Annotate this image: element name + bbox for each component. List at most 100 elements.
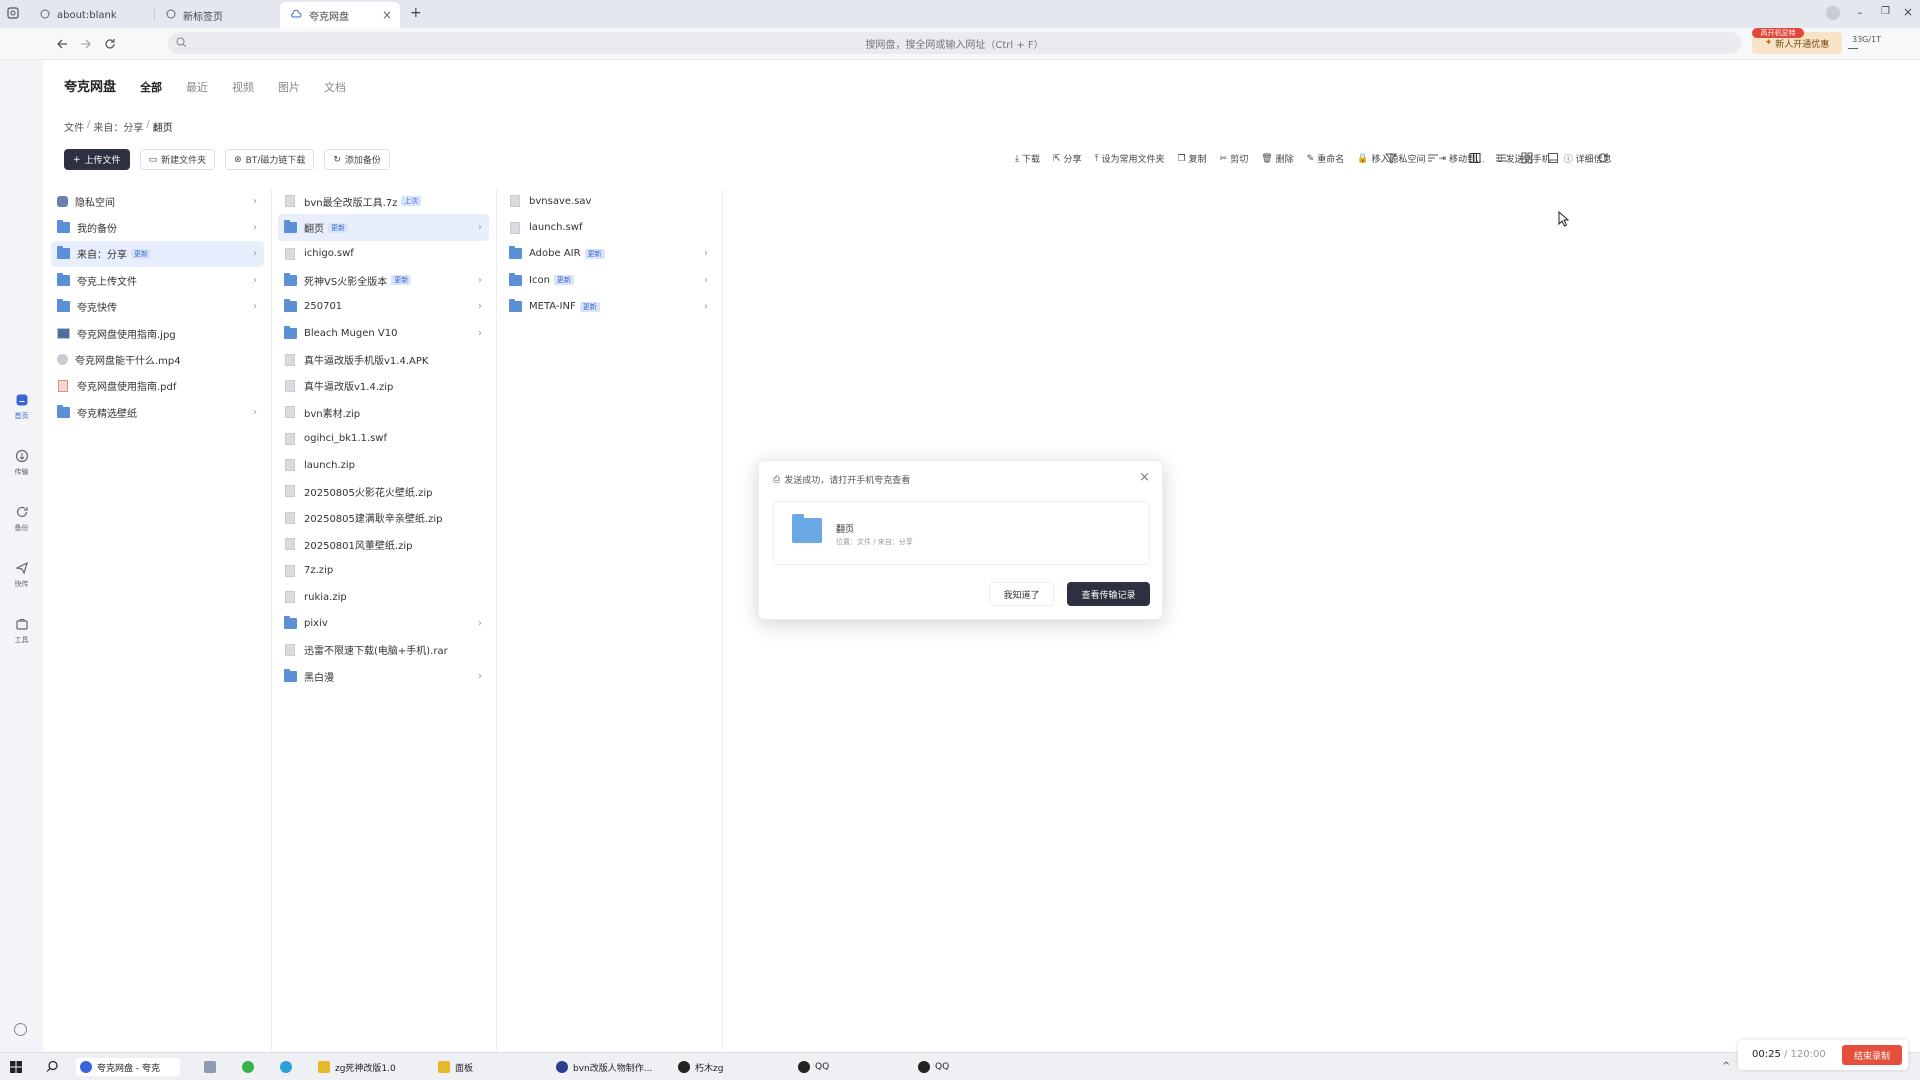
list-item[interactable]: ichigo.swf <box>272 241 496 267</box>
list-item[interactable]: 死神VS火影全版本 更新 › <box>272 267 496 293</box>
list-item[interactable]: ogihci_bk1.1.swf <box>272 426 496 452</box>
restore-icon[interactable]: ❐ <box>1881 6 1890 17</box>
back-arrow-icon[interactable] <box>54 36 70 52</box>
taskbar-item-folder[interactable]: zg死神改版1.0 <box>314 1058 400 1076</box>
list-item[interactable]: 20250801风董壁纸.zip <box>272 531 496 557</box>
taskbar-item-app[interactable] <box>200 1058 220 1076</box>
list-item[interactable]: Icon 更新 › <box>497 267 722 293</box>
upload-button[interactable]: + 上传文件 <box>64 149 130 170</box>
windows-start-icon[interactable] <box>10 1061 22 1073</box>
address-input[interactable]: 搜网盘，搜全网或输入网址（Ctrl + F） <box>168 32 1741 54</box>
list-item[interactable]: 真牛逼改版v1.4.zip <box>272 373 496 399</box>
item-name: 真牛逼改版手机版v1.4.APK <box>304 356 429 368</box>
taskbar-item-qq1[interactable]: 朽木zg <box>674 1058 727 1076</box>
list-item[interactable]: 迅雷不限速下载(电脑+手机).rar <box>272 637 496 663</box>
bt-download-button[interactable]: ⊛ BT/磁力链下载 <box>225 149 315 170</box>
list-item[interactable]: 夸克上传文件 › <box>45 267 271 293</box>
view-transfer-record-button[interactable]: 查看传输记录 <box>1067 582 1150 606</box>
tab-all[interactable]: 全部 <box>140 79 162 95</box>
list-item[interactable]: 20250805火影花火壁纸.zip <box>272 478 496 504</box>
taskbar-search-icon[interactable] <box>46 1060 59 1076</box>
list-item[interactable]: 夸克快传 › <box>45 294 271 320</box>
list-item[interactable]: pixiv › <box>272 610 496 636</box>
forward-arrow-icon[interactable] <box>78 36 94 52</box>
tool-label: 分享 <box>1063 155 1082 165</box>
cut-button[interactable]: ✂ 剪切 <box>1220 152 1249 166</box>
grid-view-icon[interactable] <box>1519 150 1535 166</box>
list-item[interactable]: 夸克网盘使用指南.pdf <box>45 373 271 399</box>
profile-icon[interactable] <box>1826 6 1840 20</box>
reload-icon[interactable] <box>102 36 118 52</box>
breadcrumb-item[interactable]: 来自：分享 <box>93 119 143 134</box>
delete-button[interactable]: 🗑 删除 <box>1261 152 1293 166</box>
breadcrumb-item[interactable]: 文件 <box>64 119 84 134</box>
tab-document[interactable]: 文档 <box>324 79 346 95</box>
copy-button[interactable]: ❐ 复制 <box>1178 152 1207 166</box>
list-item[interactable]: 隐私空间 › <box>45 188 271 214</box>
list-item[interactable]: 真牛逼改版手机版v1.4.APK <box>272 346 496 372</box>
list-item[interactable]: 我的备份 › <box>45 214 271 240</box>
close-window-icon[interactable]: × <box>1903 5 1913 19</box>
download-button[interactable]: ⤓ 下载 <box>1015 152 1040 166</box>
list-item[interactable]: META-INF 更新 › <box>497 294 722 320</box>
taskbar-item-quark[interactable]: 夸克网盘 - 夸克 <box>76 1058 180 1076</box>
filter-icon[interactable] <box>1383 150 1399 166</box>
list-item[interactable]: 夸克网盘能干什么.mp4 <box>45 346 271 372</box>
chevron-right-icon: › <box>253 274 257 286</box>
list-item[interactable]: 20250805建满耿辛亲壁纸.zip <box>272 505 496 531</box>
tab-quark-drive[interactable]: 夸克网盘 × <box>280 2 400 28</box>
tab-search-icon[interactable] <box>6 6 20 20</box>
taskbar-item-help[interactable]: bvn改版人物制作... <box>552 1058 656 1076</box>
taskbar-item-qq2[interactable]: QQ <box>794 1058 833 1076</box>
tab-recent[interactable]: 最近 <box>186 79 208 95</box>
close-icon[interactable]: × <box>1139 470 1150 485</box>
list-item[interactable]: launch.swf <box>497 214 722 240</box>
rail-item-tools[interactable]: 工具 <box>0 617 43 645</box>
list-item[interactable]: bvnsave.sav <box>497 188 722 214</box>
list-view-icon[interactable] <box>1493 150 1509 166</box>
list-item[interactable]: Bleach Mugen V10 › <box>272 320 496 346</box>
tab-about-blank[interactable]: about:blank <box>30 2 152 28</box>
chevron-up-icon[interactable]: ^ <box>1722 1061 1730 1072</box>
taskbar-item-browser[interactable] <box>238 1058 258 1076</box>
stop-recording-button[interactable]: 结束录制 <box>1842 1045 1902 1065</box>
minimize-icon[interactable]: – <box>1857 6 1863 19</box>
column-view-icon[interactable] <box>1467 150 1483 166</box>
rail-item-transfer[interactable]: 传输 <box>0 449 43 477</box>
list-item[interactable]: bvn最全改版工具.7z 上次 <box>272 188 496 214</box>
list-item[interactable]: 夸克精选壁纸 › <box>45 399 271 425</box>
sort-icon[interactable] <box>1425 150 1441 166</box>
tab-image[interactable]: 图片 <box>278 79 300 95</box>
taskbar-item-qq3[interactable]: QQ <box>914 1058 953 1076</box>
new-folder-button[interactable]: ▭ 新建文件夹 <box>139 149 216 170</box>
tab-video[interactable]: 视频 <box>232 79 254 95</box>
list-item[interactable]: Adobe AIR 更新 › <box>497 241 722 267</box>
list-item[interactable]: launch.zip <box>272 452 496 478</box>
list-item[interactable]: 黑白漫 › <box>272 663 496 689</box>
rail-item-send[interactable]: 快传 <box>0 561 43 589</box>
add-backup-button[interactable]: ↻ 添加备份 <box>324 149 390 170</box>
list-item-selected[interactable]: 翻页 更新 › <box>278 214 489 241</box>
refresh-list-icon[interactable] <box>1595 150 1611 166</box>
list-item-selected[interactable]: 来自：分享 更新 › <box>51 240 264 268</box>
browser-icon <box>242 1061 254 1073</box>
rename-button[interactable]: ✎ 重命名 <box>1307 152 1345 166</box>
new-tab-button[interactable]: + <box>410 5 422 21</box>
list-item[interactable]: 250701 › <box>272 294 496 320</box>
tab-close-icon[interactable]: × <box>382 8 392 22</box>
list-item[interactable]: bvn素材.zip <box>272 399 496 425</box>
list-item[interactable]: 7z.zip <box>272 557 496 583</box>
list-item[interactable]: rukia.zip <box>272 584 496 610</box>
share-button[interactable]: ⇱ 分享 <box>1053 152 1082 166</box>
qq-icon <box>678 1061 690 1073</box>
preview-view-icon[interactable] <box>1545 150 1561 166</box>
tab-new-tab[interactable]: 新标签页 <box>156 2 278 28</box>
set-favorite-button[interactable]: ⤒ 设为常用文件夹 <box>1095 152 1165 166</box>
taskbar-item-folder2[interactable]: 面板 <box>434 1058 477 1076</box>
rail-item-home[interactable]: 首页 <box>0 393 43 421</box>
settings-icon[interactable] <box>14 1023 27 1036</box>
taskbar-item-app2[interactable] <box>276 1058 296 1076</box>
list-item[interactable]: 夸克网盘使用指南.jpg <box>45 320 271 346</box>
got-it-button[interactable]: 我知道了 <box>989 582 1054 606</box>
rail-item-backup[interactable]: 备份 <box>0 505 43 533</box>
